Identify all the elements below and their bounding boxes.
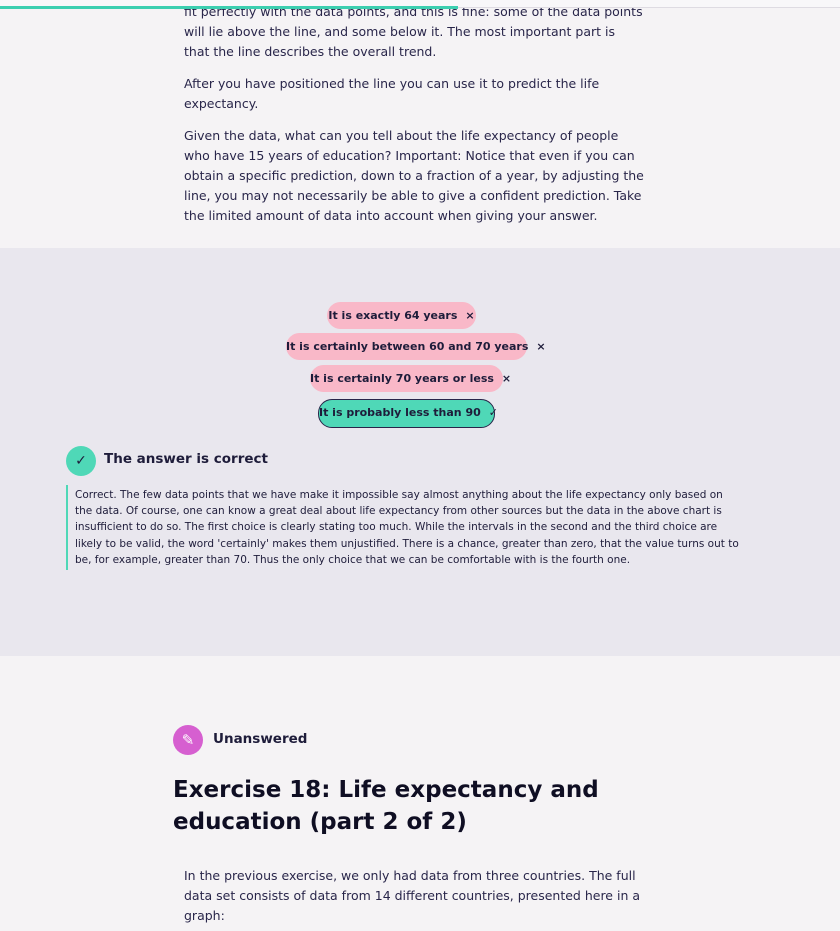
progress-bar-fill bbox=[0, 6, 458, 9]
pencil-icon: ✎ bbox=[173, 725, 203, 755]
quiz-section: It is exactly 64 years × It is certainly … bbox=[0, 248, 840, 656]
answer-option-1[interactable]: It is exactly 64 years × bbox=[327, 302, 476, 329]
exercise-status: Unanswered bbox=[213, 731, 308, 747]
cross-icon: × bbox=[465, 309, 475, 322]
answer-option-2[interactable]: It is certainly between 60 and 70 years × bbox=[286, 333, 546, 360]
answer-explanation: Correct. The few data points that we hav… bbox=[66, 485, 743, 571]
answer-option-label: It is certainly between 60 and 70 years bbox=[286, 340, 529, 353]
intro-paragraph: fit perfectly with the data points, and … bbox=[184, 4, 643, 59]
exercise-description: In the previous exercise, we only had da… bbox=[184, 868, 640, 923]
check-icon: ✓ bbox=[488, 406, 498, 419]
answer-option-4[interactable]: It is probably less than 90 ✓ bbox=[318, 399, 498, 428]
cross-icon: × bbox=[536, 340, 546, 353]
intro-paragraph: Given the data, what can you tell about … bbox=[184, 128, 644, 223]
answer-option-label: It is certainly 70 years or less bbox=[310, 372, 494, 385]
exercise-text: fit perfectly with the data points, and … bbox=[184, 0, 644, 238]
answer-option-label: It is probably less than 90 bbox=[319, 406, 481, 419]
answer-option-label: It is exactly 64 years bbox=[328, 309, 458, 322]
exercise-title: Exercise 18: Life expectancy and educati… bbox=[173, 777, 599, 835]
answer-verdict: The answer is correct bbox=[104, 451, 268, 467]
answer-option-3[interactable]: It is certainly 70 years or less × bbox=[310, 365, 511, 392]
cross-icon: × bbox=[501, 372, 512, 385]
check-circle-icon: ✓ bbox=[66, 446, 96, 476]
intro-paragraph: After you have positioned the line you c… bbox=[184, 76, 600, 111]
